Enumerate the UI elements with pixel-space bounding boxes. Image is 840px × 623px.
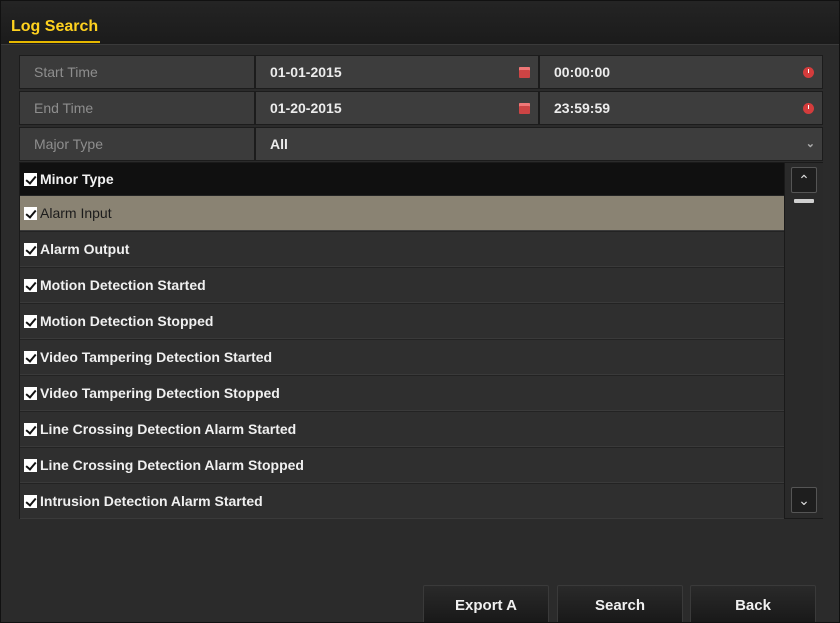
list-item[interactable]: Motion Detection Stopped [20, 303, 784, 339]
major-type-select[interactable]: All ⌄ [255, 127, 823, 161]
end-time-label: End Time [19, 91, 255, 125]
minor-type-header-label: Minor Type [40, 171, 114, 187]
end-time-value: 23:59:59 [554, 100, 611, 116]
list-item[interactable]: Motion Detection Started [20, 267, 784, 303]
calendar-icon[interactable] [519, 103, 530, 114]
scroll-thumb[interactable] [794, 199, 814, 203]
search-button[interactable]: Search [557, 585, 683, 622]
checkbox-checked-icon[interactable] [24, 206, 37, 220]
chevron-down-icon[interactable]: ⌄ [806, 137, 815, 150]
list-item[interactable]: Line Crossing Detection Alarm Started [20, 411, 784, 447]
list-item-label: Video Tampering Detection Started [40, 349, 273, 365]
list-scrollbar[interactable]: ⌃ ⌄ [784, 163, 823, 518]
list-item-label: Alarm Input [40, 205, 112, 221]
chevron-down-icon[interactable]: ⌄ [791, 487, 817, 513]
end-time-row: End Time 01-20-2015 23:59:59 [19, 91, 823, 125]
list-item[interactable]: Line Crossing Detection Alarm Stopped [20, 447, 784, 483]
list-item[interactable]: Alarm Output [20, 231, 784, 267]
major-type-label: Major Type [19, 127, 255, 161]
export-button[interactable]: Export A [423, 585, 549, 622]
major-type-value: All [270, 136, 288, 152]
start-time-row: Start Time 01-01-2015 00:00:00 [19, 55, 823, 89]
checkbox-checked-icon[interactable] [24, 242, 37, 256]
chevron-up-icon[interactable]: ⌃ [791, 167, 817, 193]
checkbox-checked-icon[interactable] [24, 314, 37, 328]
list-item-label: Alarm Output [40, 241, 130, 257]
major-type-row: Major Type All ⌄ [19, 127, 823, 161]
log-search-window: Log Search Start Time 01-01-2015 00:00:0… [0, 0, 840, 623]
back-button[interactable]: Back [690, 585, 816, 622]
list-item[interactable]: Video Tampering Detection Started [20, 339, 784, 375]
list-item-label: Line Crossing Detection Alarm Stopped [40, 457, 304, 473]
checkbox-checked-icon[interactable] [24, 494, 37, 508]
clock-icon[interactable] [803, 67, 814, 78]
end-date-field[interactable]: 01-20-2015 [255, 91, 539, 125]
end-date-value: 01-20-2015 [270, 100, 342, 116]
end-time-field[interactable]: 23:59:59 [539, 91, 823, 125]
start-time-value: 00:00:00 [554, 64, 611, 80]
checkbox-checked-icon[interactable] [24, 458, 37, 472]
start-date-value: 01-01-2015 [270, 64, 342, 80]
title-bar: Log Search [1, 1, 839, 45]
list-item-label: Line Crossing Detection Alarm Started [40, 421, 297, 437]
start-time-field[interactable]: 00:00:00 [539, 55, 823, 89]
list-item[interactable]: Alarm Input [20, 195, 784, 231]
checkbox-checked-icon[interactable] [24, 172, 37, 186]
checkbox-checked-icon[interactable] [24, 278, 37, 292]
minor-type-list: Minor Type Alarm Input Alarm Output Moti… [19, 162, 823, 519]
minor-type-header[interactable]: Minor Type [20, 163, 784, 195]
clock-icon[interactable] [803, 103, 814, 114]
page-title[interactable]: Log Search [9, 18, 101, 43]
list-item[interactable]: Video Tampering Detection Stopped [20, 375, 784, 411]
list-item[interactable]: Intrusion Detection Alarm Started [20, 483, 784, 519]
list-item-label: Video Tampering Detection Stopped [40, 385, 280, 401]
list-item-label: Motion Detection Stopped [40, 313, 214, 329]
calendar-icon[interactable] [519, 67, 530, 78]
start-time-label: Start Time [19, 55, 255, 89]
checkbox-checked-icon[interactable] [24, 386, 37, 400]
list-item-label: Intrusion Detection Alarm Started [40, 493, 263, 509]
start-date-field[interactable]: 01-01-2015 [255, 55, 539, 89]
checkbox-checked-icon[interactable] [24, 422, 37, 436]
checkbox-checked-icon[interactable] [24, 350, 37, 364]
list-item-label: Motion Detection Started [40, 277, 206, 293]
